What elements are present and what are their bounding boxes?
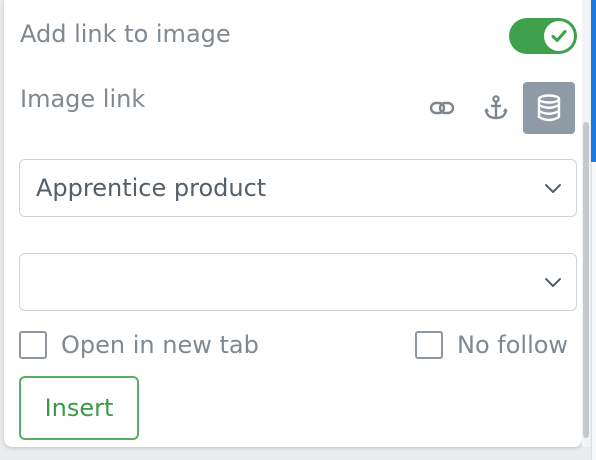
open-new-tab-checkbox[interactable]: [19, 331, 47, 359]
product-select-value: Apprentice product: [36, 174, 267, 202]
anchor-icon: [484, 95, 508, 120]
background-accent-strip: [591, 0, 596, 162]
add-link-toggle[interactable]: [509, 18, 577, 54]
open-new-tab-label: Open in new tab: [61, 331, 259, 359]
no-follow-label: No follow: [457, 331, 569, 359]
checkmark-icon: [551, 30, 567, 42]
product-select[interactable]: Apprentice product: [19, 159, 577, 217]
scrollbar-thumb[interactable]: [583, 122, 589, 438]
link-type-anchor-button[interactable]: [470, 82, 522, 134]
database-icon: [537, 94, 561, 122]
add-link-label: Add link to image: [20, 20, 231, 48]
no-follow-checkbox[interactable]: [415, 331, 443, 359]
no-follow-option[interactable]: No follow: [415, 330, 568, 360]
chevron-down-icon: [545, 278, 561, 287]
chevron-down-icon: [545, 184, 561, 193]
image-link-label: Image link: [20, 85, 146, 113]
link-settings-panel: Add link to image Image link Apprentice …: [4, 0, 582, 447]
secondary-select[interactable]: [19, 253, 577, 311]
background-page-edge: [591, 162, 596, 460]
insert-button[interactable]: Insert: [19, 376, 139, 440]
link-type-url-button[interactable]: [416, 82, 468, 134]
link-type-database-button[interactable]: [523, 82, 575, 134]
link-icon: [429, 101, 455, 115]
open-new-tab-option[interactable]: Open in new tab: [19, 330, 259, 360]
toggle-knob: [544, 21, 574, 51]
